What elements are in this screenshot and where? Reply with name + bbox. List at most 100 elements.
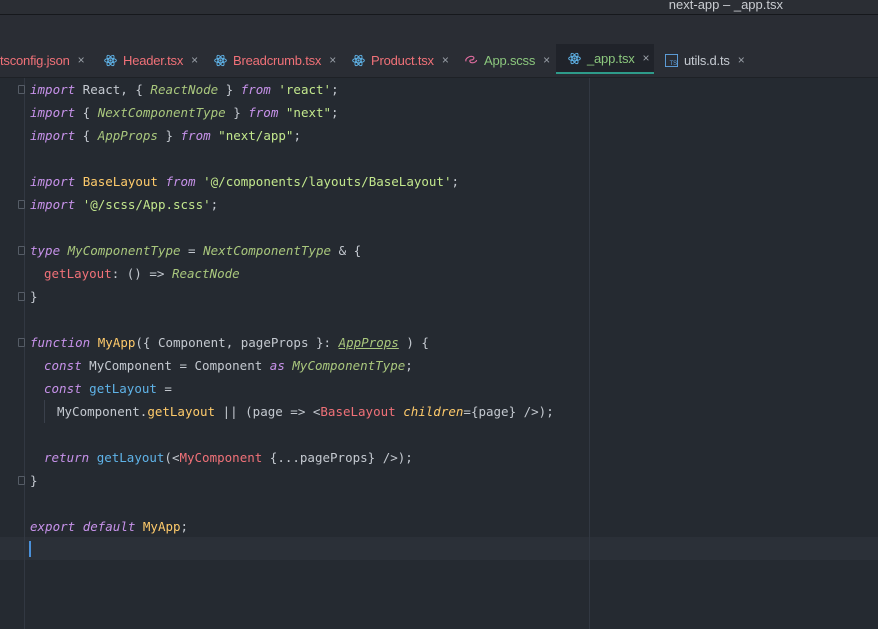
fold-marker[interactable] xyxy=(18,246,25,255)
type-name: NextComponentType xyxy=(203,243,332,258)
code-line-2: import { NextComponentType } from "next"… xyxy=(30,101,339,124)
tab-breadcrumb-tsx[interactable]: Breadcrumb.tsx × xyxy=(213,44,336,76)
react-icon xyxy=(213,53,227,67)
tab-label: Header.tsx xyxy=(123,52,184,68)
keyword: function xyxy=(30,335,91,350)
keyword: import xyxy=(30,197,76,212)
keyword: import xyxy=(30,128,76,143)
code-text: : () => xyxy=(111,266,172,281)
code-line-9: getLayout: () => ReactNode xyxy=(44,262,240,285)
code-line-8: type MyComponentType = NextComponentType… xyxy=(30,239,361,262)
identifier: BaseLayout xyxy=(82,174,158,189)
code-line-10: } xyxy=(30,285,38,308)
tab-label: utils.d.ts xyxy=(684,52,730,68)
code-text: || (page => < xyxy=(215,404,321,419)
jsx-attribute: children xyxy=(403,404,464,419)
code-text: ; xyxy=(331,105,339,120)
keyword: export xyxy=(30,519,76,534)
close-icon[interactable]: × xyxy=(329,53,336,67)
type-name: MyComponentType xyxy=(67,243,181,258)
code-text: } xyxy=(225,105,249,120)
close-icon[interactable]: × xyxy=(643,51,650,65)
react-icon xyxy=(351,53,365,67)
title-bar: next-app – _app.tsx xyxy=(0,0,878,15)
close-icon[interactable]: × xyxy=(78,53,85,67)
code-editor[interactable]: import React, { ReactNode } from 'react'… xyxy=(0,78,878,629)
code-text: MyComponent. xyxy=(57,404,148,419)
close-icon[interactable]: × xyxy=(191,53,198,67)
close-icon[interactable]: × xyxy=(543,53,550,67)
tab-tsconfig-json[interactable]: tsconfig.json × xyxy=(0,44,85,76)
keyword: from xyxy=(180,128,211,143)
code-text: } xyxy=(218,82,241,97)
fold-marker[interactable] xyxy=(18,292,25,301)
code-text: & { xyxy=(331,243,362,258)
code-text: = xyxy=(180,243,204,258)
code-text: ; xyxy=(180,519,189,534)
code-line-18: } xyxy=(30,469,38,492)
type-name: NextComponentType xyxy=(97,105,226,120)
code-line-13: const MyComponent = Component as MyCompo… xyxy=(44,354,413,377)
tab-utils-d-ts[interactable]: TS utils.d.ts × xyxy=(664,44,745,76)
indent-guide xyxy=(44,400,45,423)
fold-marker[interactable] xyxy=(18,476,25,485)
react-icon xyxy=(103,53,117,67)
code-text: ; xyxy=(451,174,460,189)
fold-marker[interactable] xyxy=(18,85,25,94)
tab-product-tsx[interactable]: Product.tsx × xyxy=(351,44,449,76)
react-icon xyxy=(567,51,581,65)
typescript-icon: TS xyxy=(664,53,678,67)
code-text: MyComponent = Component xyxy=(81,358,270,373)
function-name: getLayout xyxy=(96,450,165,465)
code-line-12: function MyApp({ Component, pageProps }:… xyxy=(30,331,429,354)
property-name: getLayout xyxy=(44,266,112,281)
right-margin-guide xyxy=(589,78,590,629)
code-line-20: export default MyApp; xyxy=(30,515,188,538)
code-text: ) { xyxy=(398,335,429,350)
keyword: const xyxy=(44,358,82,373)
keyword: return xyxy=(44,450,90,465)
svg-text:TS: TS xyxy=(669,61,676,67)
code-line-15: MyComponent.getLayout || (page => <BaseL… xyxy=(57,400,554,423)
code-text: } xyxy=(157,128,181,143)
code-line-3: import { AppProps } from "next/app"; xyxy=(30,124,301,147)
code-text: ={page} />); xyxy=(463,404,554,419)
close-icon[interactable]: × xyxy=(738,53,745,67)
tab-header-tsx[interactable]: Header.tsx × xyxy=(103,44,198,76)
function-name: getLayout xyxy=(89,381,157,396)
type-name: AppProps xyxy=(97,128,158,143)
identifier: getLayout xyxy=(147,404,216,419)
sass-icon xyxy=(464,53,478,67)
tab-app-tsx[interactable]: _app.tsx × xyxy=(556,44,654,74)
current-line-highlight xyxy=(0,537,878,560)
close-icon[interactable]: × xyxy=(442,53,449,67)
code-text: {...pageProps} />); xyxy=(262,450,413,465)
jsx-tag: MyComponent xyxy=(179,450,263,465)
fold-marker[interactable] xyxy=(18,200,25,209)
type-name: MyComponentType xyxy=(292,358,406,373)
string-literal: "next" xyxy=(285,105,332,120)
keyword: as xyxy=(269,358,285,373)
code-text: ; xyxy=(331,82,339,97)
fold-marker[interactable] xyxy=(18,338,25,347)
keyword: import xyxy=(30,174,76,189)
code-text: { xyxy=(75,128,98,143)
tab-label: App.scss xyxy=(484,52,536,68)
tab-app-scss[interactable]: App.scss × xyxy=(464,44,550,76)
text-caret xyxy=(29,541,31,557)
code-line-6: import '@/scss/App.scss'; xyxy=(30,193,218,216)
keyword: from xyxy=(240,82,271,97)
code-line-5: import BaseLayout from '@/components/lay… xyxy=(30,170,459,193)
code-text: } xyxy=(30,473,38,488)
type-name: ReactNode xyxy=(150,82,219,97)
window-title: next-app – _app.tsx xyxy=(668,0,783,12)
code-text: ({ Component, pageProps }: xyxy=(135,335,339,350)
code-line-1: import React, { ReactNode } from 'react'… xyxy=(30,78,339,101)
